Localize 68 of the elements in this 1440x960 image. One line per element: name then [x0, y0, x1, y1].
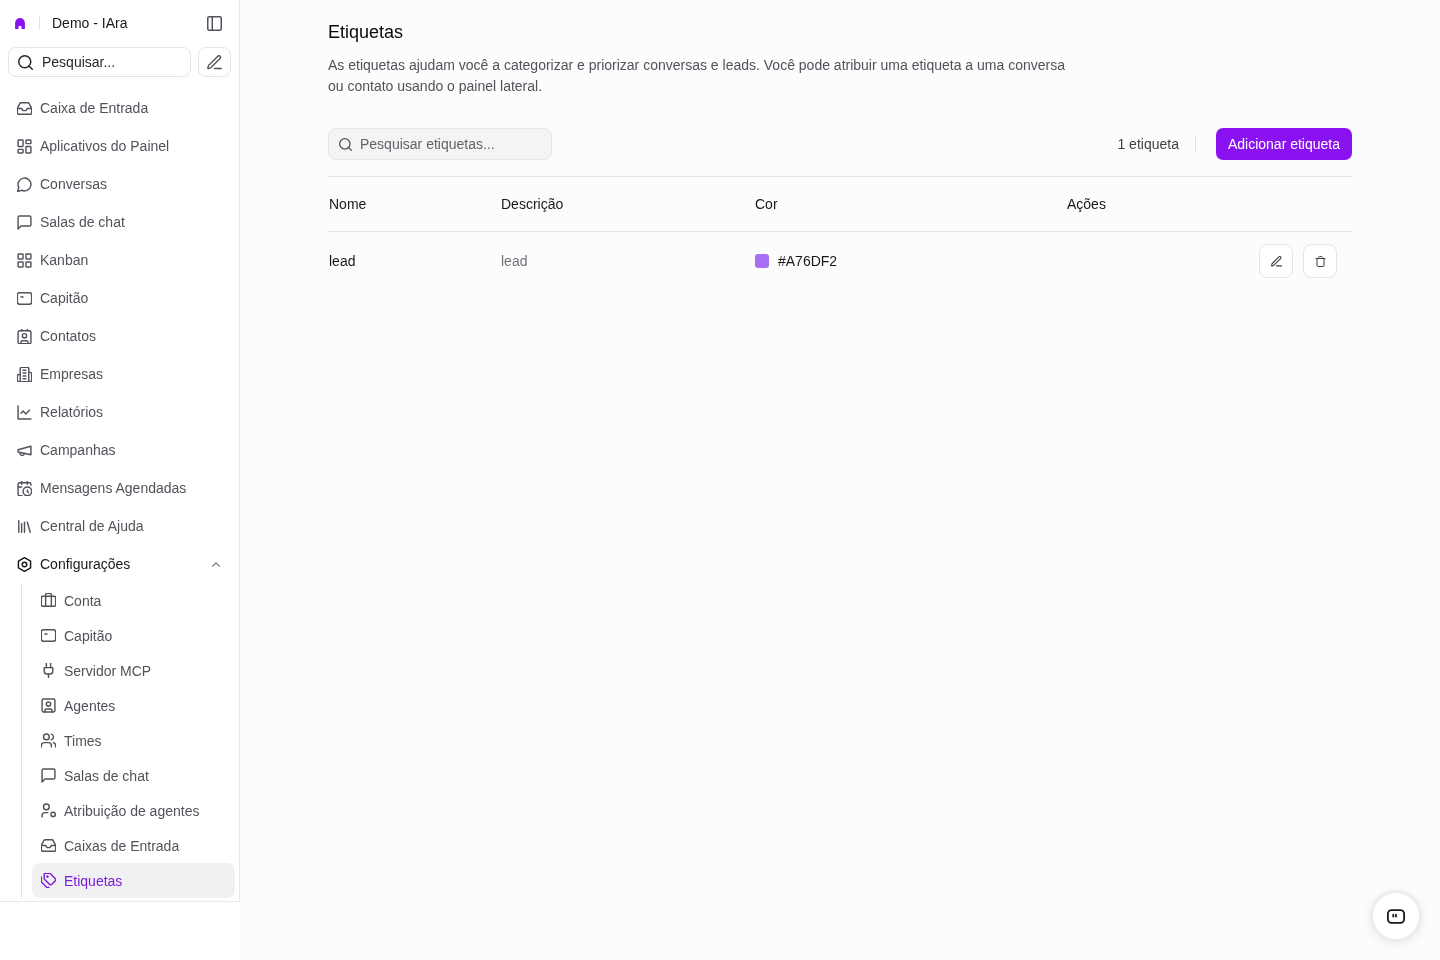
- search-icon: [339, 138, 352, 151]
- briefcase-icon: [41, 593, 56, 608]
- nav-item[interactable]: Caixa de Entrada: [8, 89, 235, 127]
- logo-icon: [15, 17, 25, 29]
- contact-card-icon: [17, 328, 32, 344]
- nav-item[interactable]: Conta: [32, 583, 235, 618]
- search-icon: [18, 54, 33, 70]
- pencil-icon: [207, 54, 222, 70]
- add-label-button[interactable]: Adicionar etiqueta: [1215, 128, 1352, 160]
- column-header: Ações: [1066, 196, 1106, 212]
- person-dot-icon: [41, 803, 56, 818]
- nav-item[interactable]: Capitão: [8, 279, 235, 317]
- page-title: Etiquetas: [328, 21, 405, 44]
- settings-icon: [17, 556, 32, 572]
- users-icon: [41, 733, 56, 748]
- nav-item[interactable]: Contatos: [8, 317, 235, 355]
- grid-icon: [17, 252, 32, 268]
- nav-item[interactable]: Salas de chat: [8, 203, 235, 241]
- chat-bubble-icon: [17, 176, 32, 192]
- nav-item[interactable]: Atribuição de agentes: [32, 793, 235, 828]
- nav-item[interactable]: Empresas: [8, 355, 235, 393]
- search-field[interactable]: Pesquisar etiquetas...: [328, 128, 552, 160]
- sidebar-toggle-button[interactable]: [207, 15, 222, 31]
- nav-item[interactable]: Aplicativos do Painel: [8, 127, 235, 165]
- page-description: As etiquetas ajudam você a categorizar e priorizar conversas e leads. Você pode atribuir uma etiqueta a uma conversa ou contato usando o painel lateral.: [328, 56, 1066, 96]
- plug-icon: [41, 663, 56, 678]
- nav-item[interactable]: Configurações: [8, 545, 235, 583]
- delete-button[interactable]: [1303, 244, 1337, 278]
- nav-item[interactable]: Conversas: [8, 165, 235, 203]
- nav-item[interactable]: Servidor MCP: [32, 653, 235, 688]
- table-cell: lead: [328, 253, 356, 269]
- nav-item[interactable]: Times: [32, 723, 235, 758]
- nav-item[interactable]: Agentes: [32, 688, 235, 723]
- nav-item[interactable]: Capitão: [32, 618, 235, 653]
- face-screen-icon: [1387, 908, 1405, 924]
- nav-item[interactable]: Salas de chat: [32, 758, 235, 793]
- user-square-icon: [41, 698, 56, 713]
- inbox-icon: [41, 838, 56, 853]
- building-icon: [17, 366, 32, 382]
- inbox-icon: [17, 100, 32, 116]
- nav-item[interactable]: Kanban: [8, 241, 235, 279]
- books-icon: [17, 518, 32, 534]
- dashboard-icon: [17, 138, 32, 154]
- screen-icon: [17, 290, 32, 306]
- compose-button[interactable]: [198, 47, 231, 77]
- calendar-clock-icon: [17, 480, 32, 496]
- chat-widget-button[interactable]: [1370, 890, 1422, 942]
- nav-item[interactable]: Mensagens Agendadas: [8, 469, 235, 507]
- workspace-name[interactable]: Demo - IAra: [52, 15, 128, 31]
- panel-left-icon: [207, 15, 222, 31]
- search-button[interactable]: Pesquisar...: [8, 47, 191, 77]
- column-header: Cor: [754, 196, 778, 212]
- column-header: Nome: [328, 196, 367, 212]
- nav-item[interactable]: Etiquetas: [32, 863, 235, 898]
- label-count: 1 etiqueta: [1117, 136, 1179, 152]
- nav-item[interactable]: Central de Ajuda: [8, 507, 235, 545]
- nav-item[interactable]: Campanhas: [8, 431, 235, 469]
- tags-icon: [41, 873, 56, 888]
- color-code: #A76DF2: [778, 253, 838, 269]
- pencil-icon: [1270, 255, 1282, 267]
- line-chart-icon: [17, 404, 32, 420]
- screen-icon: [41, 628, 56, 643]
- edit-button[interactable]: [1259, 244, 1293, 278]
- table-cell: lead: [500, 253, 528, 269]
- nav-item[interactable]: Relatórios: [8, 393, 235, 431]
- column-header: Descrição: [500, 196, 564, 212]
- nav-item[interactable]: Caixas de Entrada: [32, 828, 235, 863]
- trash-icon: [1314, 255, 1326, 267]
